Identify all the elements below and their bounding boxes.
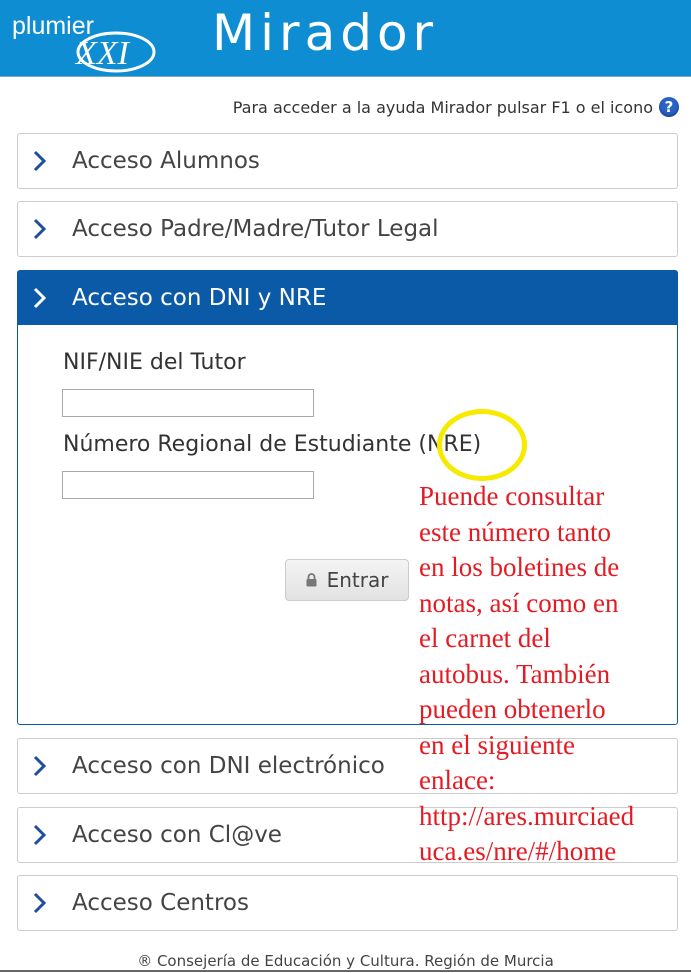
- panel-label: Acceso Centros: [72, 890, 249, 916]
- enter-button[interactable]: Entrar: [285, 559, 409, 601]
- chevron-right-icon: [32, 754, 58, 778]
- bottom-divider: [0, 970, 691, 972]
- nre-input[interactable]: [62, 471, 314, 499]
- help-text: Para acceder a la ayuda Mirador pulsar F…: [232, 97, 653, 117]
- panel-label: Acceso con DNI electrónico: [72, 753, 385, 779]
- note-line: notas, así como en: [419, 587, 619, 618]
- note-line: autobus. También: [419, 658, 611, 689]
- panel-label: Acceso Padre/Madre/Tutor Legal: [72, 216, 439, 242]
- plumier-xxi-logo: plumier XXI: [12, 12, 156, 73]
- logo-text-bottom: XXI: [74, 35, 131, 72]
- panel-header-active[interactable]: Acceso con DNI y NRE: [18, 271, 677, 325]
- lock-icon: [306, 573, 317, 587]
- nif-input[interactable]: [62, 389, 314, 417]
- chevron-right-icon: [32, 823, 58, 847]
- nre-label: Número Regional de Estudiante (NRE): [63, 432, 482, 457]
- panel-acceso-alumnos[interactable]: Acceso Alumnos: [17, 133, 678, 189]
- panel-label: Acceso con DNI y NRE: [72, 285, 327, 311]
- chevron-right-icon: [32, 149, 58, 173]
- panel-label: Acceso Alumnos: [72, 148, 260, 174]
- app-header: plumier XXI Mirador: [0, 0, 691, 77]
- footer-text: ® Consejería de Educación y Cultura. Reg…: [137, 952, 554, 970]
- panel-acceso-centros[interactable]: Acceso Centros: [17, 875, 678, 931]
- enter-label: Entrar: [326, 568, 389, 592]
- note-line: este número tanto: [419, 516, 611, 547]
- chevron-right-icon: [32, 217, 58, 241]
- note-line: en el siguiente: [419, 729, 575, 760]
- chevron-right-icon: [32, 891, 58, 915]
- app-title: Mirador: [212, 4, 439, 62]
- chevron-right-icon: [32, 286, 58, 310]
- note-line: http://ares.murciaed: [419, 800, 635, 831]
- annotation-note: Puende consultar este número tanto en lo…: [419, 479, 687, 870]
- note-line: en los boletines de: [419, 552, 620, 582]
- panel-acceso-padre[interactable]: Acceso Padre/Madre/Tutor Legal: [17, 201, 678, 257]
- note-line: pueden obtenerlo: [419, 694, 606, 724]
- note-line: enlace:: [419, 765, 496, 795]
- nre-highlight-circle: [437, 409, 527, 481]
- help-line: Para acceder a la ayuda Mirador pulsar F…: [233, 97, 679, 117]
- nif-label: NIF/NIE del Tutor: [63, 350, 246, 375]
- help-icon[interactable]: ?: [659, 97, 679, 117]
- note-line: el carnet del: [419, 623, 551, 653]
- note-line: uca.es/nre/#/home: [419, 836, 617, 866]
- note-line: Puende consultar: [419, 481, 605, 511]
- panel-label: Acceso con Cl@ve: [72, 822, 282, 848]
